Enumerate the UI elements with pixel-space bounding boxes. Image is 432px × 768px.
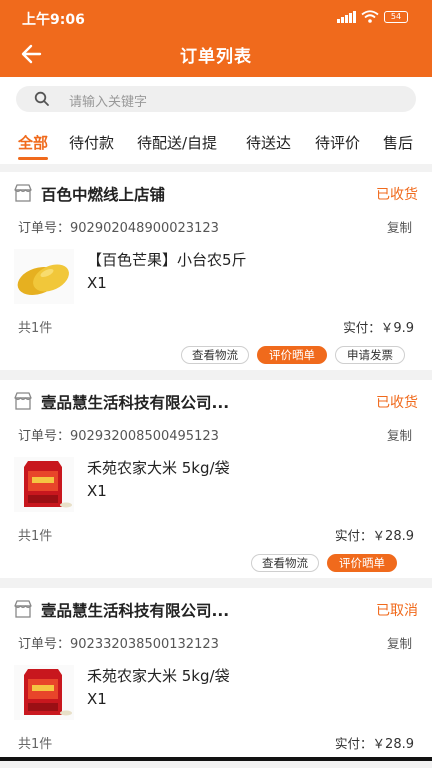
tab-pending-payment[interactable]: 待付款 — [69, 132, 114, 153]
tab-pending-delivery[interactable]: 待配送/自提 — [137, 132, 217, 153]
search-bar: 请输入关键字 — [0, 77, 432, 119]
order-status: 已收货 — [376, 395, 418, 411]
product-name[interactable]: 禾苑农家大米 5kg/袋 — [87, 457, 230, 478]
view-logistics-button[interactable]: 查看物流 — [251, 554, 319, 572]
paid-value: 28.9 — [385, 737, 414, 752]
copy-button[interactable]: 复制 — [387, 425, 412, 444]
view-logistics-button[interactable]: 查看物流 — [181, 346, 249, 364]
signal-icon — [337, 10, 356, 23]
shop-icon — [14, 600, 32, 618]
order-tabs: 全部 待付款 待配送/自提 待送达 待评价 售后 — [0, 119, 432, 164]
tab-in-transit[interactable]: 待送达 — [246, 132, 291, 153]
paid-value: 9.9 — [393, 321, 414, 336]
active-tab-indicator — [18, 157, 48, 160]
home-indicator-bar — [0, 757, 432, 761]
product-image[interactable] — [14, 249, 74, 304]
shop-name[interactable]: 壹品慧生活科技有限公司... — [41, 391, 229, 413]
paid-value: 28.9 — [385, 529, 414, 544]
paid-label: 实付：￥ — [343, 320, 394, 335]
search-placeholder: 请输入关键字 — [69, 95, 148, 110]
status-icons: 54 — [337, 10, 408, 23]
copy-button[interactable]: 复制 — [387, 217, 412, 236]
tab-all[interactable]: 全部 — [18, 132, 48, 153]
paid-amount: 实付：￥28.9 — [335, 733, 414, 752]
battery-icon: 54 — [384, 10, 408, 23]
order-status: 已取消 — [376, 603, 418, 619]
paid-amount: 实付：￥9.9 — [343, 317, 414, 336]
product-quantity: X1 — [87, 690, 107, 708]
status-bar: 上午9:06 54 — [0, 0, 432, 34]
copy-button[interactable]: 复制 — [387, 633, 412, 652]
page-title: 订单列表 — [180, 47, 252, 67]
shop-icon — [14, 184, 32, 202]
search-input[interactable]: 请输入关键字 — [16, 86, 416, 112]
item-count: 共1件 — [18, 321, 53, 336]
product-image[interactable] — [14, 665, 74, 720]
product-name[interactable]: 禾苑农家大米 5kg/袋 — [87, 665, 230, 686]
review-button[interactable]: 评价晒单 — [257, 346, 327, 364]
order-card[interactable]: 壹品慧生活科技有限公司... 已收货 订单号：90293200850049512… — [0, 380, 432, 578]
tab-pending-review[interactable]: 待评价 — [315, 132, 360, 153]
product-quantity: X1 — [87, 482, 107, 500]
app-header: 上午9:06 54 订单列表 — [0, 0, 432, 77]
order-number: 订单号：902932008500495123 — [18, 429, 219, 444]
paid-label: 实付：￥ — [335, 528, 386, 543]
status-time: 上午9:06 — [22, 12, 85, 28]
order-card[interactable]: 百色中燃线上店铺 已收货 订单号：902902048900023123 复制 【… — [0, 172, 432, 370]
review-button[interactable]: 评价晒单 — [327, 554, 397, 572]
request-invoice-button[interactable]: 申请发票 — [335, 346, 405, 364]
order-status: 已收货 — [376, 187, 418, 203]
wifi-icon — [361, 10, 379, 23]
paid-label: 实付：￥ — [335, 736, 386, 751]
order-number: 订单号：902332038500132123 — [18, 637, 219, 652]
shop-icon — [14, 392, 32, 410]
order-number: 订单号：902902048900023123 — [18, 221, 219, 236]
product-image[interactable] — [14, 457, 74, 512]
search-icon — [34, 91, 49, 106]
product-quantity: X1 — [87, 274, 107, 292]
shop-name[interactable]: 壹品慧生活科技有限公司... — [41, 599, 229, 621]
shop-name[interactable]: 百色中燃线上店铺 — [41, 183, 165, 205]
order-card[interactable]: 壹品慧生活科技有限公司... 已取消 订单号：90233203850013212… — [0, 588, 432, 758]
paid-amount: 实付：￥28.9 — [335, 525, 414, 544]
item-count: 共1件 — [18, 529, 53, 544]
item-count: 共1件 — [18, 737, 53, 752]
tab-after-sales[interactable]: 售后 — [383, 132, 413, 153]
product-name[interactable]: 【百色芒果】小台农5斤 — [87, 249, 247, 270]
